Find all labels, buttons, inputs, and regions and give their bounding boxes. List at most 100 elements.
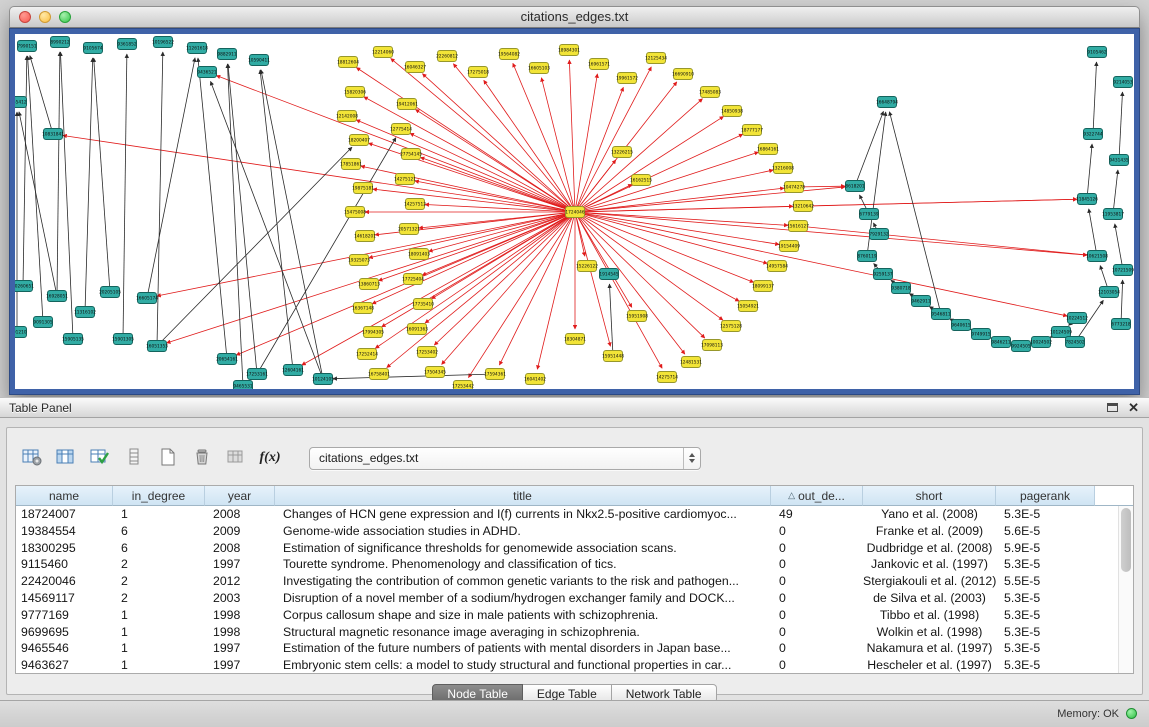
cell-in_degree[interactable]: 2 — [113, 573, 205, 590]
cell-pagerank[interactable]: 5.6E-5 — [996, 523, 1095, 540]
graph-node[interactable]: 16046327 — [404, 62, 426, 73]
cell-pagerank[interactable]: 5.3E-5 — [996, 657, 1095, 673]
graph-node[interactable]: 11261618 — [186, 43, 208, 54]
cell-out_degree[interactable]: 0 — [771, 573, 863, 590]
graph-node[interactable]: 13210642 — [792, 201, 814, 212]
graph-node[interactable]: 9546811 — [931, 309, 950, 320]
table-row[interactable]: 946362711997Embryonic stem cells: a mode… — [16, 657, 1118, 673]
table-row[interactable]: 977716911998Corpus callosum shape and si… — [16, 607, 1118, 624]
cell-title[interactable]: Investigating the contribution of common… — [275, 573, 771, 590]
graph-node[interactable]: 9436521 — [197, 67, 216, 78]
cell-year[interactable]: 2003 — [205, 590, 275, 607]
cell-year[interactable]: 1998 — [205, 607, 275, 624]
graph-node[interactable]: 17098113 — [701, 340, 723, 351]
graph-node[interactable]: 8990212 — [50, 37, 69, 48]
graph-node[interactable]: 10196522 — [152, 37, 174, 48]
cell-year[interactable]: 2008 — [205, 540, 275, 557]
show-columns-button[interactable] — [51, 444, 81, 472]
graph-node[interactable]: 12481531 — [680, 357, 702, 368]
graph-node[interactable]: 9749915 — [971, 329, 990, 340]
graph-node[interactable]: 9105462 — [1087, 47, 1106, 58]
graph-node[interactable]: 12125434 — [645, 53, 667, 64]
graph-node[interactable]: 14957584 — [766, 261, 788, 272]
graph-node[interactable]: 16605174 — [136, 293, 158, 304]
graph-node[interactable]: 18200407 — [348, 135, 370, 146]
graph-node[interactable]: 6773218 — [1111, 319, 1130, 330]
cell-title[interactable]: Corpus callosum shape and size in male p… — [275, 607, 771, 624]
graph-node[interactable]: 17725404 — [402, 274, 424, 285]
graph-node[interactable]: 27754145 — [400, 149, 422, 160]
graph-node[interactable]: 18099137 — [752, 281, 774, 292]
graph-node[interactable]: 17253161 — [246, 369, 268, 380]
graph-node[interactable]: 11316102 — [74, 307, 96, 318]
network-graph[interactable]: 1724046188126041221406016046327222608121… — [15, 34, 1134, 389]
table-row[interactable]: 1938455462009Genome-wide association stu… — [16, 523, 1118, 540]
graph-node[interactable]: 20571321 — [398, 224, 420, 235]
graph-node[interactable]: 17504345 — [424, 367, 446, 378]
close-panel-icon[interactable]: ✕ — [1128, 401, 1139, 414]
table-row[interactable]: 946554611997Estimation of the future num… — [16, 640, 1118, 657]
graph-node[interactable]: 16961571 — [588, 59, 610, 70]
cell-short[interactable]: Stergiakouli et al. (2012) — [863, 573, 996, 590]
cell-name[interactable]: 18724007 — [16, 506, 113, 523]
cell-name[interactable]: 9115460 — [16, 556, 113, 573]
table-settings-button[interactable] — [17, 444, 47, 472]
window-titlebar[interactable]: citations_edges.txt — [9, 6, 1140, 28]
graph-node[interactable]: 12103054 — [1098, 287, 1120, 298]
graph-node[interactable]: 15226122 — [576, 261, 598, 272]
graph-node[interactable]: 16864161 — [757, 144, 779, 155]
graph-node[interactable]: 10224512 — [1066, 313, 1088, 324]
cell-out_degree[interactable]: 49 — [771, 506, 863, 523]
import-table-button[interactable] — [221, 444, 251, 472]
column-header-pagerank[interactable]: pagerank — [996, 486, 1095, 506]
graph-node[interactable]: 20260651 — [15, 281, 34, 292]
cell-title[interactable]: Tourette syndrome. Phenomenology and cla… — [275, 556, 771, 573]
zoom-window-button[interactable] — [59, 11, 71, 23]
column-header-short[interactable]: short — [863, 486, 996, 506]
graph-node[interactable]: 17252414 — [356, 349, 378, 360]
graph-node[interactable]: 17253402 — [416, 347, 438, 358]
cell-out_degree[interactable]: 0 — [771, 540, 863, 557]
graph-node[interactable]: 16367148 — [352, 303, 374, 314]
graph-node[interactable]: 1914545 — [599, 269, 618, 280]
graph-node[interactable]: 8955412 — [15, 97, 27, 108]
graph-node[interactable]: 9846211 — [991, 337, 1010, 348]
graph-node[interactable]: 10621508 — [1086, 251, 1108, 262]
cell-pagerank[interactable]: 5.9E-5 — [996, 540, 1095, 557]
cell-in_degree[interactable]: 1 — [113, 640, 205, 657]
graph-node[interactable]: 16758401 — [368, 369, 390, 380]
cell-pagerank[interactable]: 5.3E-5 — [996, 506, 1095, 523]
cell-short[interactable]: Dudbridge et al. (2008) — [863, 540, 996, 557]
graph-node[interactable]: 22260812 — [436, 51, 458, 62]
cell-year[interactable]: 1997 — [205, 640, 275, 657]
graph-node[interactable]: 10831841 — [42, 129, 64, 140]
table-vertical-scrollbar[interactable] — [1118, 506, 1133, 673]
cell-in_degree[interactable]: 1 — [113, 624, 205, 641]
cell-name[interactable]: 9465546 — [16, 640, 113, 657]
table-selector-dropdown[interactable]: citations_edges.txt — [309, 447, 701, 470]
cell-short[interactable]: Franke et al. (2009) — [863, 523, 996, 540]
graph-node[interactable]: 18091403 — [408, 249, 430, 260]
edit-table-button[interactable] — [85, 444, 115, 472]
cell-out_degree[interactable]: 0 — [771, 556, 863, 573]
graph-node[interactable]: 18777177 — [741, 125, 763, 136]
network-canvas[interactable]: 1724046188126041221406016046327222608121… — [15, 34, 1134, 389]
graph-node[interactable]: 14850938 — [721, 106, 743, 117]
cell-pagerank[interactable]: 5.3E-5 — [996, 590, 1095, 607]
cell-out_degree[interactable]: 0 — [771, 640, 863, 657]
graph-node[interactable]: 19325073 — [348, 255, 370, 266]
delete-table-button[interactable] — [187, 444, 217, 472]
graph-node[interactable]: 16648794 — [876, 97, 898, 108]
graph-node[interactable]: 10590411 — [248, 55, 270, 66]
graph-node[interactable]: 9105674 — [83, 43, 102, 54]
cell-in_degree[interactable]: 6 — [113, 523, 205, 540]
cell-pagerank[interactable]: 5.3E-5 — [996, 556, 1095, 573]
cell-title[interactable]: Structural magnetic resonance image aver… — [275, 624, 771, 641]
graph-node[interactable]: 9091305 — [33, 317, 52, 328]
rows-button[interactable] — [119, 444, 149, 472]
graph-node[interactable]: 17851861 — [340, 159, 362, 170]
graph-node[interactable]: 9380718 — [891, 283, 910, 294]
graph-node[interactable]: 16690910 — [672, 69, 694, 80]
graph-node[interactable]: 9640615 — [951, 320, 970, 331]
graph-node[interactable]: 15951448 — [602, 351, 624, 362]
